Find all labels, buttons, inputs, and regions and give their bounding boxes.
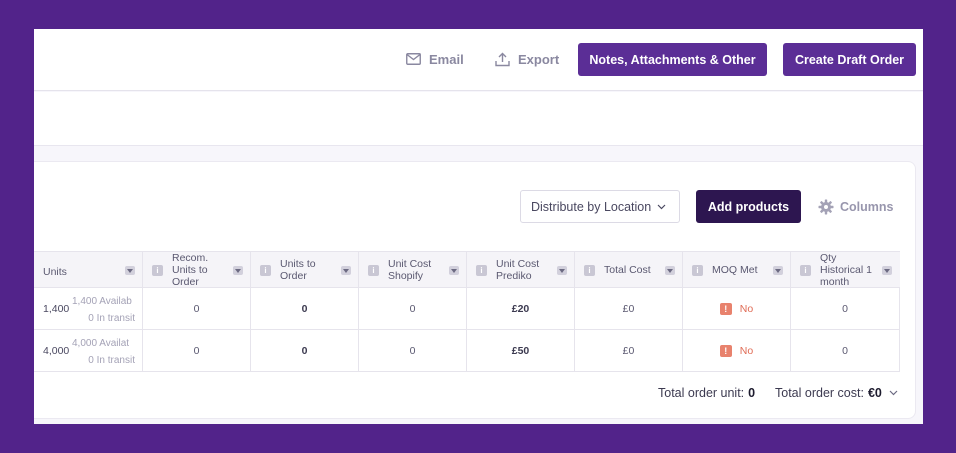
cell-qty-historical: 0: [842, 345, 848, 357]
columns-label: Columns: [840, 200, 894, 214]
warning-icon: !: [719, 345, 732, 357]
distribute-by-location-select[interactable]: Distribute by Location: [520, 190, 680, 223]
cell-unit-cost-prediko[interactable]: £20: [467, 288, 575, 329]
header-unit-cost-prediko[interactable]: i Unit Cost Prediko: [467, 252, 575, 287]
header-unit-cost-shopify-label: Unit Cost Shopify: [388, 257, 432, 282]
header-moq-met[interactable]: i MOQ Met: [683, 252, 791, 287]
header-unit-cost-shopify[interactable]: i Unit Cost Shopify: [359, 252, 467, 287]
sort-icon[interactable]: [233, 266, 243, 275]
gear-icon: [818, 199, 834, 215]
cell-moq-met: ! No: [683, 288, 791, 329]
export-label: Export: [518, 51, 560, 67]
top-toolbar: Email Export Notes, Attachments & Other …: [34, 29, 923, 91]
notes-attachments-button[interactable]: Notes, Attachments & Other: [578, 43, 767, 76]
header-units-to-order[interactable]: i Units to Order: [251, 252, 359, 287]
add-products-button[interactable]: Add products: [696, 190, 801, 223]
info-icon: i: [260, 265, 271, 276]
moq-value: No: [739, 345, 754, 357]
chevron-down-icon: [657, 204, 666, 209]
header-recom-units[interactable]: i Recom. Units to Order: [143, 251, 251, 288]
units-value: 4,000: [43, 345, 70, 357]
cell-units-to-order[interactable]: 0: [251, 330, 359, 372]
cell-unit-cost-shopify: 0: [359, 288, 467, 329]
cell-total-cost: £0: [575, 288, 683, 329]
app-window: Email Export Notes, Attachments & Other …: [34, 29, 923, 424]
header-total-cost[interactable]: i Total Cost: [575, 252, 683, 287]
products-card: Distribute by Location Add products Colu…: [34, 161, 916, 419]
info-icon: i: [476, 265, 487, 276]
cell-unit-cost-shopify: 0: [359, 330, 467, 372]
header-moq-met-label: MOQ Met: [712, 263, 758, 276]
moq-status: ! No: [719, 302, 754, 315]
cell-units: 4,000 4,000 Availat 0 In transit: [34, 330, 143, 372]
sort-icon[interactable]: [557, 266, 567, 275]
upload-icon: [495, 52, 510, 66]
table-row[interactable]: 4,000 4,000 Availat 0 In transit 0 0 0 £…: [34, 330, 900, 372]
chevron-down-icon[interactable]: [889, 390, 898, 396]
products-table: Units i Recom. Units to Order i Units to…: [34, 251, 900, 372]
info-icon: i: [368, 265, 379, 276]
cell-recom-units: 0: [143, 330, 251, 372]
info-icon: i: [584, 265, 595, 276]
cell-moq-met: ! No: [683, 330, 791, 372]
header-units-to-order-label: Units to Order: [280, 257, 316, 282]
header-qty-historical-label: Qty Historical 1 month: [820, 251, 872, 288]
table-header-row: Units i Recom. Units to Order i Units to…: [34, 252, 900, 288]
sort-icon[interactable]: [665, 266, 675, 275]
in-transit-text: 0 In transit: [88, 313, 135, 324]
info-icon: i: [800, 265, 811, 276]
moq-status: ! No: [719, 345, 754, 357]
create-draft-order-button[interactable]: Create Draft Order: [783, 43, 916, 76]
cell-qty-historical: 0: [842, 302, 848, 315]
columns-button[interactable]: Columns: [818, 197, 893, 217]
moq-value: No: [739, 302, 754, 315]
sort-icon[interactable]: [125, 266, 135, 275]
cell-total-cost: £0: [575, 330, 683, 372]
sort-icon[interactable]: [773, 266, 783, 275]
header-units[interactable]: Units: [34, 252, 143, 287]
total-order-cost-label: Total order cost:: [775, 386, 864, 400]
cell-units: 1,400 1,400 Availab 0 In transit: [34, 288, 143, 329]
info-icon: i: [152, 265, 163, 276]
email-button[interactable]: Email: [406, 47, 464, 71]
in-transit-text: 0 In transit: [88, 355, 135, 366]
sort-icon[interactable]: [449, 266, 459, 275]
header-total-cost-label: Total Cost: [604, 263, 651, 276]
total-order-cost[interactable]: Total order cost: €0: [775, 386, 898, 400]
sort-icon[interactable]: [341, 266, 351, 275]
cell-recom-units: 0: [143, 288, 251, 329]
table-row[interactable]: 1,400 1,400 Availab 0 In transit 0 0 0 £…: [34, 288, 900, 330]
info-icon: i: [692, 265, 703, 276]
total-order-cost-value: €0: [867, 386, 882, 400]
header-qty-historical[interactable]: i Qty Historical 1 month: [791, 251, 899, 288]
header-recom-units-label: Recom. Units to Order: [172, 251, 209, 288]
email-label: Email: [429, 51, 464, 67]
total-order-unit-value: 0: [748, 386, 756, 400]
available-text: 1,400 Availab: [72, 296, 132, 307]
cell-unit-cost-prediko[interactable]: £50: [467, 330, 575, 372]
header-units-label: Units: [43, 266, 67, 278]
mail-icon: [406, 53, 421, 65]
warning-icon: !: [719, 302, 732, 315]
sub-header: [34, 92, 923, 146]
cell-units-to-order[interactable]: 0: [251, 288, 359, 329]
total-order-unit-label: Total order unit:: [658, 386, 745, 400]
sort-icon[interactable]: [882, 266, 892, 275]
export-button[interactable]: Export: [495, 47, 559, 71]
distribute-label: Distribute by Location: [531, 199, 652, 214]
available-text: 4,000 Availat: [72, 338, 130, 349]
total-order-unit: Total order unit: 0: [658, 386, 755, 400]
header-unit-cost-prediko-label: Unit Cost Prediko: [496, 257, 540, 282]
units-value: 1,400: [43, 303, 70, 315]
